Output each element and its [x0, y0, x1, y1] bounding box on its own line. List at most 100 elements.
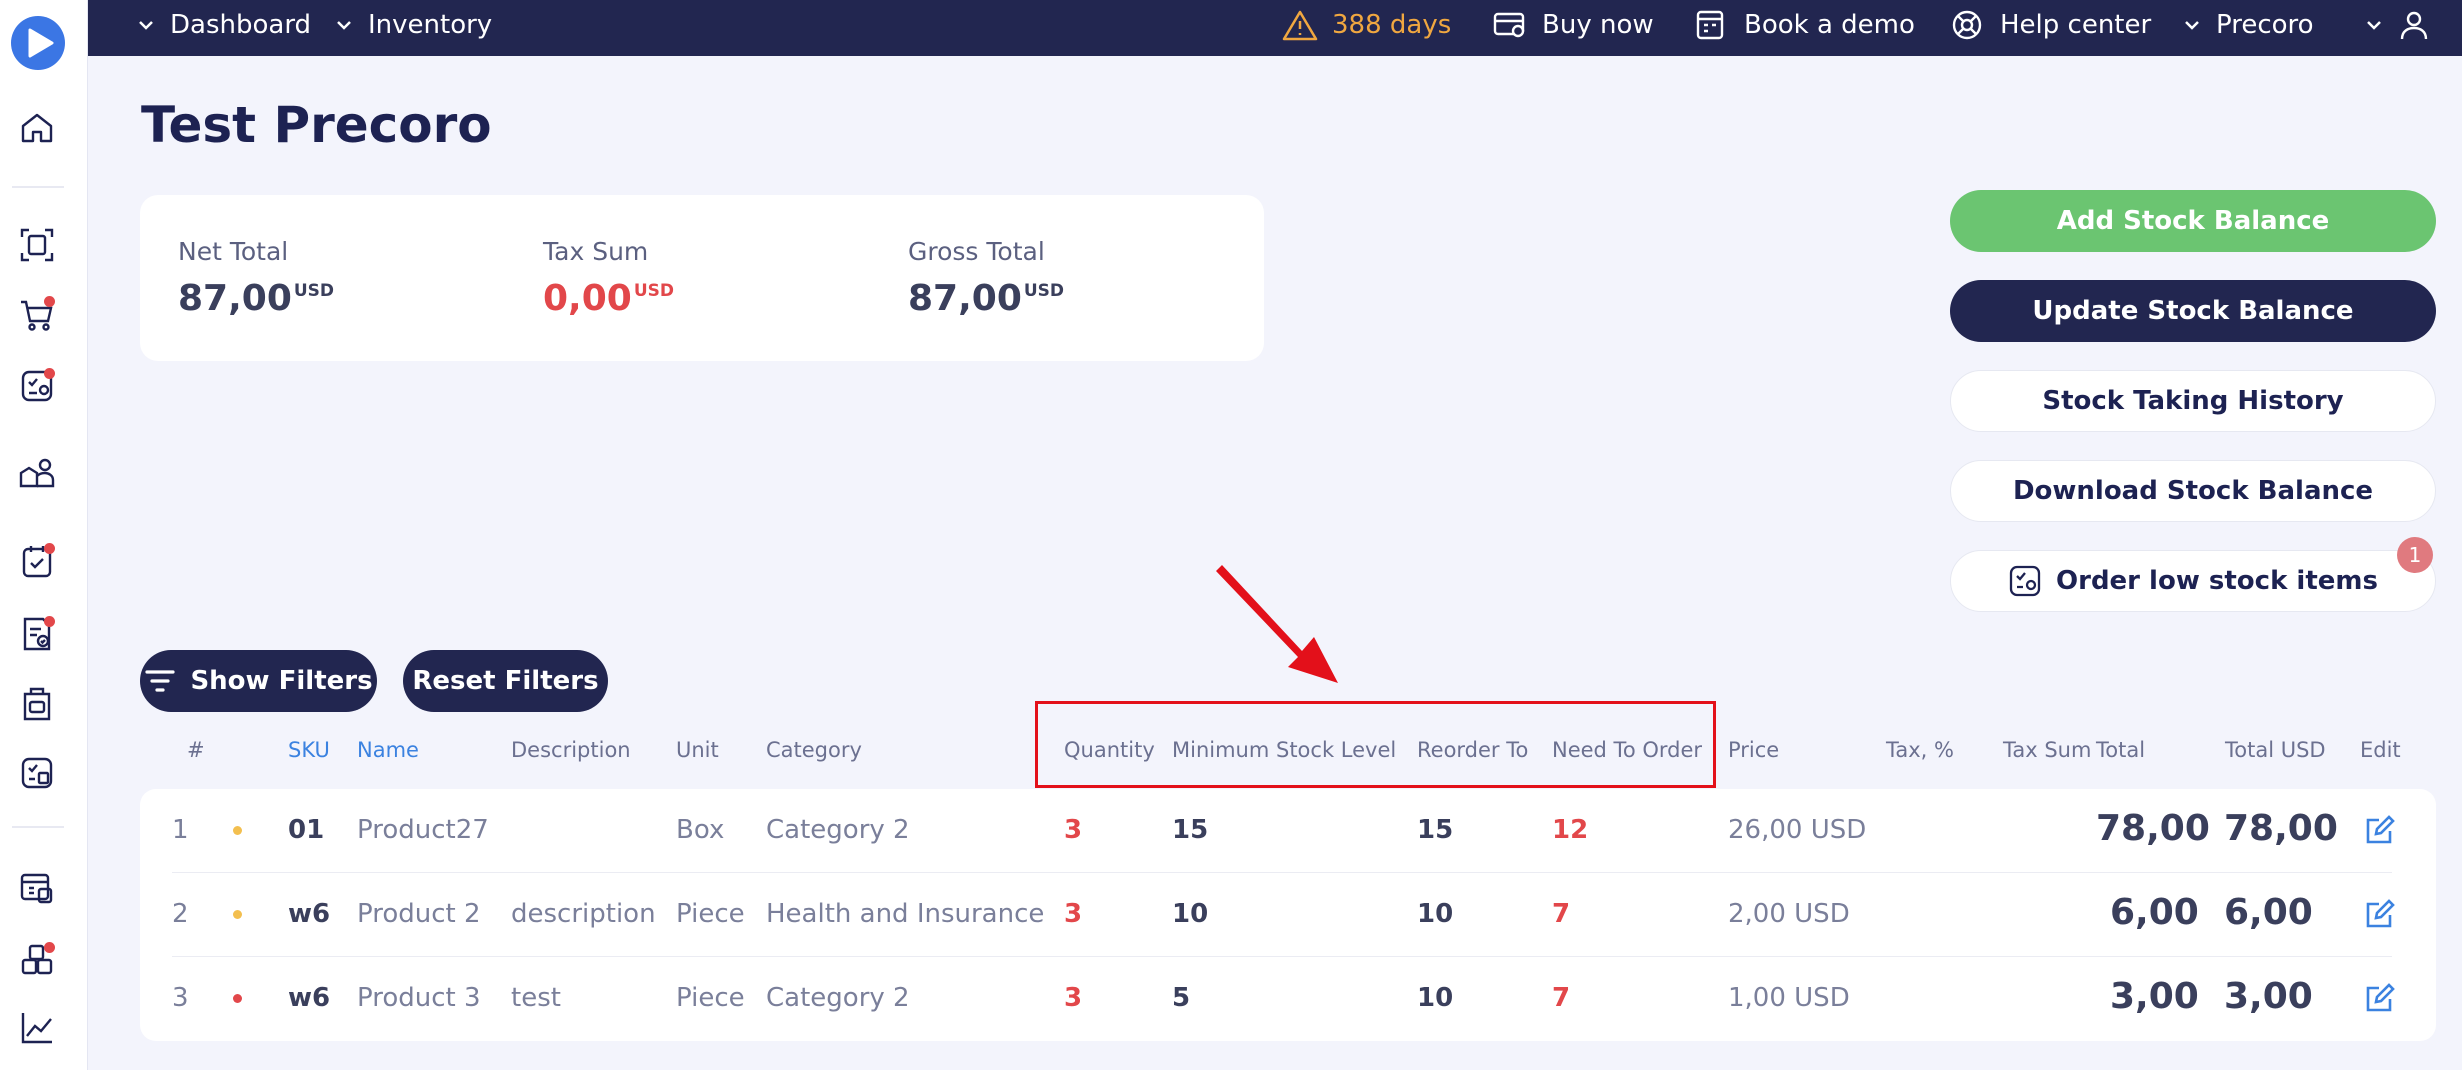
net-total-amount: 87,00: [178, 278, 292, 319]
update-stock-balance-button[interactable]: Update Stock Balance: [1950, 280, 2436, 342]
edit-icon[interactable]: [2364, 898, 2396, 930]
warehouse-icon[interactable]: [17, 940, 57, 980]
column-header-name[interactable]: Name: [357, 738, 419, 762]
calendar-icon: [1696, 10, 1724, 40]
user-icon: [2400, 11, 2428, 40]
buy-now-link[interactable]: Buy now: [1492, 0, 1654, 50]
gross-total-amount: 87,00: [908, 278, 1022, 319]
budgets-icon[interactable]: [17, 753, 57, 793]
column-header-edit: Edit: [2360, 738, 2401, 762]
totals-card: Net Total 87,00 USD Tax Sum 0,00 USD Gross…: [140, 195, 1264, 361]
invoices-icon[interactable]: [17, 614, 57, 654]
row-price: 26,00 USD: [1728, 815, 1867, 845]
play-logo-icon[interactable]: [11, 16, 65, 70]
row-total: 6,00: [2110, 892, 2199, 933]
edit-icon[interactable]: [2364, 982, 2396, 1014]
row-quantity: 3: [1064, 899, 1083, 929]
notification-dot: [44, 368, 55, 379]
row-divider: [172, 872, 2392, 873]
row-unit: Piece: [676, 983, 745, 1013]
row-divider: [172, 956, 2392, 957]
row-number: 2: [172, 899, 189, 929]
row-reorder-to: 10: [1417, 899, 1454, 929]
company-name: Precoro: [2216, 10, 2314, 40]
annotation-arrow-icon: [1216, 565, 1338, 683]
net-total-label: Net Total: [178, 237, 289, 266]
gross-total: Gross Total 87,00 USD: [908, 237, 1064, 319]
column-header-total: Total: [2096, 738, 2146, 762]
column-header-number: #: [187, 738, 205, 762]
show-filters-button[interactable]: Show Filters: [140, 650, 377, 712]
row-total-usd: 6,00: [2224, 892, 2313, 933]
reset-filters-button[interactable]: Reset Filters: [403, 650, 608, 712]
stock-status-dot: [233, 994, 242, 1003]
receipts-icon[interactable]: [17, 684, 57, 724]
row-minimum-stock: 5: [1172, 983, 1191, 1013]
row-total: 78,00: [2096, 808, 2210, 849]
sidebar: [0, 0, 88, 1070]
user-menu[interactable]: [2364, 0, 2444, 50]
edit-icon[interactable]: [2364, 814, 2396, 846]
column-header-category: Category: [766, 738, 862, 762]
cart-icon[interactable]: [17, 294, 57, 334]
book-demo-link[interactable]: Book a demo: [1694, 0, 1915, 50]
help-center-link[interactable]: Help center: [1950, 0, 2151, 50]
trial-days-remaining[interactable]: 388 days: [1282, 0, 1451, 50]
order-low-stock-button[interactable]: Order low stock items 1: [1950, 537, 2436, 612]
company-switcher[interactable]: Precoro: [2182, 0, 2314, 50]
catalog-icon[interactable]: [17, 868, 57, 908]
row-category: Category 2: [766, 815, 910, 845]
filter-icon: [145, 670, 176, 692]
row-description: description: [511, 899, 656, 929]
row-name: Product 2: [357, 899, 481, 929]
page-title: Test Precoro: [141, 96, 492, 154]
row-sku: 01: [288, 815, 325, 845]
nav-inventory[interactable]: Inventory: [334, 0, 492, 50]
gross-total-currency: USD: [1023, 281, 1065, 301]
low-stock-count-badge: 1: [2397, 537, 2433, 573]
card-icon: [1493, 12, 1525, 38]
stock-status-dot: [233, 826, 242, 835]
help-center-label: Help center: [2000, 10, 2152, 40]
sidebar-divider: [12, 186, 64, 188]
row-category: Health and Insurance: [766, 899, 1045, 929]
gross-total-label: Gross Total: [908, 237, 1045, 266]
nav-dashboard[interactable]: Dashboard: [136, 0, 311, 50]
home-icon[interactable]: [17, 108, 57, 148]
row-minimum-stock: 10: [1172, 899, 1209, 929]
row-total-usd: 3,00: [2224, 976, 2313, 1017]
analytics-icon[interactable]: [17, 1008, 57, 1048]
column-header-description: Description: [511, 738, 631, 762]
row-minimum-stock: 15: [1172, 815, 1209, 845]
tax-sum-currency: USD: [633, 281, 674, 301]
row-number: 1: [172, 815, 189, 845]
chevron-down-icon: [337, 21, 351, 30]
row-total: 3,00: [2110, 976, 2199, 1017]
scan-icon[interactable]: [17, 225, 57, 265]
approvals-icon[interactable]: [17, 366, 57, 406]
stock-taking-history-button[interactable]: Stock Taking History: [1950, 370, 2436, 432]
row-need-to-order: 12: [1552, 815, 1589, 845]
row-quantity: 3: [1064, 983, 1083, 1013]
sidebar-divider: [12, 826, 64, 828]
net-total-value: 87,00 USD: [178, 278, 334, 319]
nav-inventory-label: Inventory: [368, 10, 493, 40]
row-total-usd: 78,00: [2224, 808, 2338, 849]
notification-dot: [44, 942, 55, 953]
column-header-price: Price: [1728, 738, 1780, 762]
row-description: test: [511, 983, 561, 1013]
add-stock-balance-button[interactable]: Add Stock Balance: [1950, 190, 2436, 252]
column-header-unit: Unit: [676, 738, 719, 762]
net-total: Net Total 87,00 USD: [178, 237, 334, 319]
tax-sum: Tax Sum 0,00 USD: [543, 237, 674, 319]
column-header-tax-sum: Tax Sum: [2003, 738, 2092, 762]
chevron-down-icon: [139, 21, 153, 30]
download-stock-balance-button[interactable]: Download Stock Balance: [1950, 460, 2436, 522]
order-low-stock-label: Order low stock items: [2056, 566, 2378, 596]
row-reorder-to: 15: [1417, 815, 1454, 845]
column-header-sku[interactable]: SKU: [288, 738, 330, 762]
nav-dashboard-label: Dashboard: [170, 10, 312, 40]
suppliers-icon[interactable]: [17, 453, 57, 493]
stock-status-dot: [233, 910, 242, 919]
tasks-icon[interactable]: [17, 541, 57, 581]
